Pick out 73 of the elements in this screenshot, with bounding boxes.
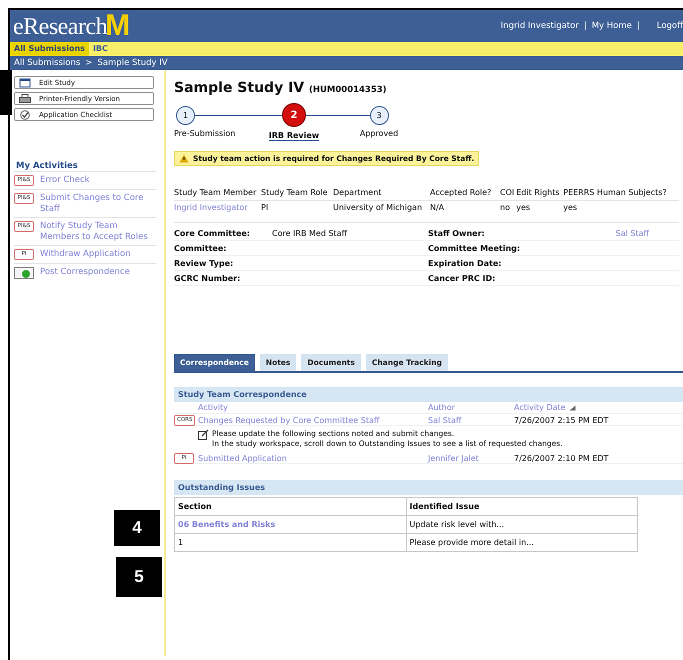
column-header[interactable]: Activity Date bbox=[514, 403, 566, 412]
breadcrumb-link[interactable]: Sample Study IV bbox=[97, 58, 168, 68]
separator: | bbox=[584, 21, 587, 31]
author-link[interactable]: Sal Staff bbox=[428, 416, 514, 424]
activity-link[interactable]: Submitted Application bbox=[198, 454, 428, 462]
activity-date: 7/26/2007 2:15 PM EDT bbox=[514, 416, 610, 424]
column-header: Section bbox=[174, 498, 406, 516]
activity-link[interactable]: Withdraw Application bbox=[40, 249, 131, 260]
table-cell: 1 bbox=[178, 538, 184, 547]
logo-text: eResearch bbox=[13, 14, 108, 41]
column-header: Study Team Role bbox=[261, 188, 333, 200]
field-label: Staff Owner: bbox=[428, 228, 486, 238]
activity-date: 7/26/2007 2:10 PM EDT bbox=[514, 454, 610, 462]
column-header: Department bbox=[333, 188, 430, 200]
note-icon bbox=[198, 429, 209, 440]
column-header[interactable]: Author bbox=[428, 403, 514, 412]
window-icon bbox=[19, 78, 31, 88]
table-cell: yes bbox=[516, 203, 530, 212]
table-cell: PI bbox=[261, 203, 268, 212]
table-cell: yes bbox=[563, 203, 578, 212]
check-icon bbox=[19, 110, 31, 120]
callout-number: 5 bbox=[116, 557, 162, 597]
member-link[interactable]: Ingrid Investigator bbox=[174, 203, 248, 212]
column-header: Edit Rights bbox=[516, 188, 564, 200]
column-header[interactable]: Activity bbox=[198, 403, 428, 412]
column-header: Identified Issue bbox=[406, 498, 638, 516]
table-cell: no bbox=[500, 203, 510, 212]
activity-link[interactable]: Error Check bbox=[40, 175, 90, 186]
activity-link[interactable]: Changes Requested by Core Committee Staff bbox=[198, 416, 428, 424]
table-cell: University of Michigan bbox=[333, 203, 422, 212]
sort-icon[interactable] bbox=[568, 404, 576, 410]
column-header: PEERRS Human Subjects? bbox=[563, 188, 679, 200]
field-label: Review Type: bbox=[174, 258, 234, 268]
study-id: (HUM00014353) bbox=[309, 85, 387, 95]
step-label: Approved bbox=[360, 129, 398, 138]
field-label: Committee Meeting: bbox=[428, 244, 522, 252]
activity-link[interactable]: Notify Study Team Members to Accept Roles bbox=[40, 221, 156, 242]
section-title: Outstanding Issues bbox=[178, 483, 266, 492]
staff-link[interactable]: Sal Staff bbox=[616, 228, 649, 238]
field-label: Core Committee: bbox=[174, 228, 252, 238]
field-label: Expiration Date: bbox=[428, 258, 502, 268]
header-link[interactable]: Logoff bbox=[656, 21, 683, 31]
column-header: Accepted Role? bbox=[430, 188, 500, 200]
field-label: GCRC Number: bbox=[174, 274, 242, 282]
printer-icon bbox=[19, 94, 31, 104]
breadcrumb-link[interactable]: All Submissions bbox=[14, 58, 80, 68]
step-label: IRB Review bbox=[268, 131, 320, 141]
column-header: Study Team Member bbox=[174, 188, 261, 200]
callout-number: 4 bbox=[114, 510, 160, 546]
step-circle: 2 bbox=[282, 103, 306, 127]
step-label: Pre-Submission bbox=[174, 129, 236, 138]
column-header: COI bbox=[500, 188, 516, 200]
field-label: Cancer PRC ID: bbox=[428, 274, 496, 282]
section-heading: My Activities bbox=[16, 161, 79, 171]
table-cell: Please provide more detail in... bbox=[410, 538, 534, 547]
nav-tab[interactable]: All Submissions bbox=[10, 42, 89, 56]
field-value: Core IRB Med Staff bbox=[272, 228, 348, 238]
nav-tab[interactable]: IBC bbox=[88, 42, 112, 56]
field-label: Committee: bbox=[174, 244, 228, 252]
table-cell: Update risk level with... bbox=[410, 520, 504, 529]
warning-icon bbox=[179, 154, 189, 163]
activity-link[interactable]: Post Correspondence bbox=[40, 267, 130, 278]
separator: | bbox=[636, 21, 640, 31]
author-link[interactable]: Jennifer Jalet bbox=[428, 454, 514, 462]
study-title: Sample Study IV bbox=[174, 80, 304, 96]
activity-link[interactable]: Submit Changes to Core Staff bbox=[40, 193, 156, 214]
step-circle: 1 bbox=[176, 106, 195, 125]
step-circle: 3 bbox=[370, 106, 388, 125]
header-link[interactable]: Ingrid Investigator bbox=[500, 21, 579, 31]
header-link[interactable]: My Home bbox=[592, 21, 632, 31]
breadcrumb-separator: > bbox=[85, 58, 92, 68]
table-cell: N/A bbox=[430, 203, 444, 212]
section-title: Study Team Correspondence bbox=[178, 390, 307, 399]
